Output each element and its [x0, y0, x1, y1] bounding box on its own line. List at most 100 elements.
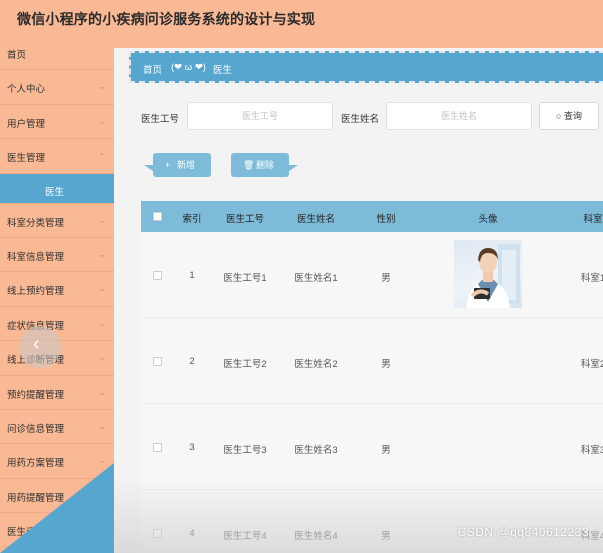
- sidebar-item-label: 个人中心: [7, 84, 46, 96]
- chevron-down-icon: ⌄: [98, 489, 106, 500]
- sidebar-item-medication-reminder[interactable]: 用药提醒管理 ⌄: [0, 479, 114, 514]
- row-checkbox[interactable]: [153, 529, 162, 538]
- cell-doctor-name: 医生姓名4: [294, 531, 338, 542]
- breadcrumb-separator: (❤ ω ❤): [171, 62, 206, 73]
- table-header: 索引 医生工号 医生姓名 性别 头像 科室: [141, 201, 603, 232]
- query-button[interactable]: ○ 查询: [539, 102, 599, 130]
- column-header: 医生工号: [225, 214, 265, 225]
- row-checkbox[interactable]: [153, 271, 162, 280]
- sidebar-item-consultation-info[interactable]: 问诊信息管理 ⌄: [0, 410, 114, 445]
- chevron-left-icon: ‹: [33, 333, 40, 355]
- sidebar-item-label: 科室分类管理: [7, 217, 65, 229]
- cell-dept: 科室2: [580, 359, 603, 370]
- cell-doctor-id: 医生工号3: [223, 445, 267, 456]
- chevron-down-icon: ⌄: [98, 248, 106, 259]
- sidebar: 首页 个人中心 ⌄ 用户管理 ⌄ 医生管理 ⌄ 医生 科室分类管理 ⌄ 科室信息…: [0, 36, 114, 553]
- cell-doctor-id: 医生工号1: [223, 273, 267, 284]
- doctor-name-input[interactable]: 医生姓名: [386, 102, 532, 130]
- breadcrumb-current: 医生: [213, 65, 233, 76]
- sidebar-item-label: 线上预约管理: [7, 286, 65, 298]
- sidebar-item-doctor-review[interactable]: 医生评价管理 ⌄: [0, 513, 114, 548]
- sidebar-item-dept-category[interactable]: 科室分类管理 ⌄: [0, 204, 114, 238]
- sidebar-item-label: 问诊信息管理: [7, 423, 65, 435]
- sidebar-item-label: 医生管理: [7, 153, 46, 165]
- doctor-id-label: 医生工号: [141, 114, 180, 125]
- sidebar-subitem-doctor[interactable]: 医生: [0, 173, 114, 204]
- doctor-avatar-image: [454, 240, 522, 308]
- cell-gender: 男: [381, 445, 391, 456]
- top-header: 微信小程序的小疾病问诊服务系统的设计与实现: [0, 0, 603, 36]
- column-header: 科室: [583, 214, 603, 225]
- column-header: 头像: [478, 214, 498, 225]
- sidebar-item-medication-plan[interactable]: 用药方案管理 ⌄: [0, 444, 114, 479]
- slide-prev-button[interactable]: ‹: [19, 326, 61, 368]
- doctor-photo-icon: [466, 244, 520, 308]
- sidebar-item-label: 首页: [7, 50, 27, 61]
- cell-index: 4: [189, 528, 195, 539]
- cell-gender: 男: [381, 359, 391, 370]
- main-top-strip: [114, 36, 603, 48]
- button-ribbon: [144, 165, 153, 171]
- cell-index: 3: [189, 442, 195, 453]
- chevron-down-icon: ⌄: [98, 317, 106, 328]
- chevron-down-icon: ⌄: [98, 386, 106, 397]
- cell-doctor-id: 医生工号2: [223, 359, 267, 370]
- cell-doctor-id: 医生工号4: [223, 531, 267, 542]
- select-all-checkbox[interactable]: [153, 212, 162, 221]
- sidebar-item-label: 医生评价管理: [7, 527, 65, 539]
- sidebar-item-booking-reminder[interactable]: 预约提醒管理 ⌄: [0, 376, 114, 410]
- sidebar-item-profile[interactable]: 个人中心 ⌄: [0, 70, 114, 105]
- cell-doctor-name: 医生姓名2: [294, 359, 338, 370]
- sidebar-item-users[interactable]: 用户管理 ⌄: [0, 105, 114, 140]
- doctor-table: 索引 医生工号 医生姓名 性别 头像 科室 1 医生工号1 医生姓名1 男 科室…: [141, 201, 603, 553]
- delete-button-label: 删除: [256, 160, 275, 170]
- chevron-down-icon: ⌄: [98, 420, 106, 431]
- cell-gender: 男: [381, 273, 391, 284]
- app-title: 微信小程序的小疾病问诊服务系统的设计与实现: [17, 11, 316, 27]
- chevron-down-icon: ⌄: [98, 115, 106, 126]
- trash-icon: 🗑: [243, 160, 255, 170]
- sidebar-item-label: 用药方案管理: [7, 458, 65, 470]
- cell-doctor-name: 医生姓名3: [294, 445, 338, 456]
- sidebar-item-label: 医生: [45, 186, 65, 198]
- chevron-down-icon: ⌄: [98, 352, 106, 363]
- column-header: 医生姓名: [296, 214, 336, 225]
- breadcrumb-home[interactable]: 首页: [143, 62, 162, 76]
- table-row[interactable]: 4 医生工号4 医生姓名4 男 科室4: [141, 490, 603, 553]
- row-checkbox[interactable]: [153, 357, 162, 366]
- sidebar-item-home[interactable]: 首页: [0, 36, 114, 71]
- cell-dept: 科室1: [580, 273, 603, 284]
- button-ribbon: [289, 165, 298, 171]
- delete-button[interactable]: 🗑 删除: [231, 153, 298, 177]
- table-row[interactable]: 2 医生工号2 医生姓名2 男 科室2: [141, 318, 603, 404]
- sidebar-item-label: 预约提醒管理: [7, 389, 65, 401]
- cell-gender: 男: [381, 531, 391, 542]
- chevron-up-icon: ⌄: [98, 151, 106, 162]
- breadcrumb: 首页 (❤ ω ❤) 医生: [129, 51, 603, 83]
- sidebar-item-dept-info[interactable]: 科室信息管理 ⌄: [0, 238, 114, 273]
- row-checkbox[interactable]: [153, 443, 162, 452]
- sidebar-item-online-booking[interactable]: 线上预约管理 ⌄: [0, 272, 114, 307]
- plus-icon: +: [165, 160, 171, 170]
- watermark: CSDN @qq840612233: [457, 525, 589, 539]
- cell-doctor-name: 医生姓名1: [294, 273, 338, 284]
- doctor-id-input[interactable]: 医生工号: [187, 102, 333, 130]
- search-icon: ○: [556, 111, 562, 121]
- sidebar-item-doctor-management[interactable]: 医生管理 ⌄: [0, 139, 114, 174]
- cell-index: 2: [189, 356, 195, 367]
- column-header: 索引: [182, 214, 202, 225]
- sidebar-item-label: 用户管理: [7, 118, 46, 130]
- table-row[interactable]: 1 医生工号1 医生姓名1 男 科室1: [141, 232, 603, 318]
- table-row[interactable]: 3 医生工号3 医生姓名3 男 科室3: [141, 404, 603, 490]
- chevron-down-icon: ⌄: [98, 81, 106, 92]
- chevron-down-icon: ⌄: [98, 214, 106, 225]
- chevron-down-icon: ⌄: [98, 283, 106, 294]
- column-header: 性别: [376, 214, 396, 225]
- doctor-name-label: 医生姓名: [341, 114, 380, 125]
- sidebar-item-label: 用药提醒管理: [7, 492, 65, 504]
- chevron-down-icon: ⌄: [98, 524, 106, 535]
- main-content: 首页 (❤ ω ❤) 医生 医生工号 医生工号 医生姓名 医生姓名 ○ 查询 +…: [114, 36, 603, 553]
- add-button[interactable]: + 新增: [144, 153, 211, 177]
- cell-dept: 科室3: [580, 445, 603, 456]
- query-button-label: 查询: [563, 111, 582, 121]
